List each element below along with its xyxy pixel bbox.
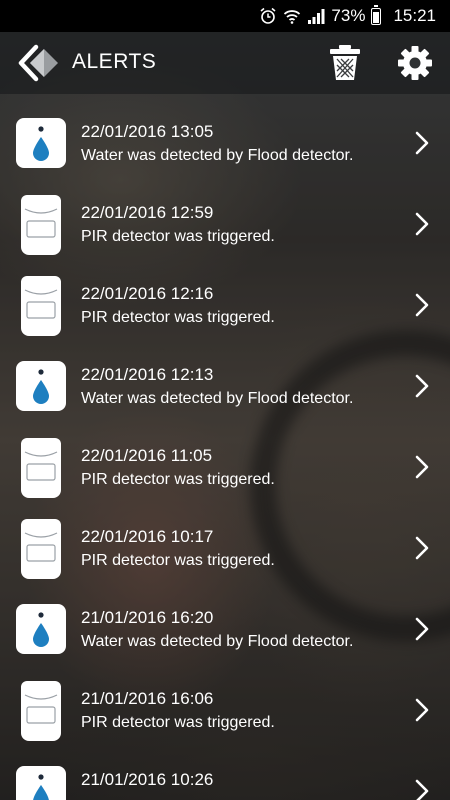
- alert-row[interactable]: 22/01/2016 11:05 PIR detector was trigge…: [0, 418, 450, 499]
- alerts-list: 22/01/2016 13:05 Water was detected by F…: [0, 94, 450, 800]
- alert-date: 22/01/2016 11:05: [81, 446, 213, 465]
- chevron-right-icon: [415, 374, 429, 398]
- alert-message: PIR detector was triggered.: [81, 228, 275, 245]
- chevron-right-icon: [415, 455, 429, 479]
- pir-detector-icon: [21, 681, 61, 741]
- battery-icon: [371, 4, 382, 25]
- alert-message: Water was detected by Flood detector.: [81, 147, 354, 164]
- alert-date: 21/01/2016 16:20: [81, 608, 214, 627]
- pir-detector-icon: [21, 438, 61, 498]
- alert-date: 21/01/2016 10:26: [81, 770, 214, 789]
- pir-detector-icon: [21, 276, 61, 336]
- clock: 15:21: [393, 6, 436, 25]
- back-button[interactable]: [18, 44, 62, 82]
- alert-message: PIR detector was triggered.: [81, 714, 275, 731]
- chevron-right-icon: [415, 779, 429, 800]
- chevron-right-icon: [415, 536, 429, 560]
- alert-row[interactable]: 22/01/2016 12:59 PIR detector was trigge…: [0, 175, 450, 256]
- alert-date: 22/01/2016 13:05: [81, 122, 214, 141]
- alert-row[interactable]: 22/01/2016 13:05 Water was detected by F…: [0, 94, 450, 175]
- alert-date: 21/01/2016 16:06: [81, 689, 214, 708]
- flood-detector-icon: [16, 766, 66, 800]
- alert-date: 22/01/2016 12:13: [81, 365, 214, 384]
- pir-detector-icon: [21, 519, 61, 579]
- alarm-clock-icon: [260, 7, 276, 24]
- alert-message: Water was detected by Flood detector.: [81, 390, 354, 407]
- flood-detector-icon: [16, 604, 66, 654]
- battery-percent: 73%: [331, 6, 366, 25]
- status-bar: 73% 15:21: [0, 0, 450, 32]
- alert-date: 22/01/2016 12:59: [81, 203, 214, 222]
- chevron-right-icon: [415, 212, 429, 236]
- signal-strength-icon: [308, 9, 325, 24]
- chevron-right-icon: [415, 131, 429, 155]
- alert-message: Water was detected by Flood detector.: [81, 633, 354, 650]
- trash-icon[interactable]: [328, 44, 362, 82]
- alert-message: PIR detector was triggered.: [81, 471, 275, 488]
- chevron-right-icon: [415, 698, 429, 722]
- alert-message: PIR detector was triggered.: [81, 552, 275, 569]
- alert-row[interactable]: 22/01/2016 10:17 PIR detector was trigge…: [0, 499, 450, 580]
- alert-row[interactable]: 21/01/2016 16:06 PIR detector was trigge…: [0, 661, 450, 742]
- pir-detector-icon: [21, 195, 61, 255]
- alert-row[interactable]: 22/01/2016 12:13 Water was detected by F…: [0, 337, 450, 418]
- flood-detector-icon: [16, 361, 66, 411]
- chevron-right-icon: [415, 293, 429, 317]
- wifi-icon: [284, 10, 301, 24]
- app-bar: ALERTS: [0, 32, 450, 94]
- flood-detector-icon: [16, 118, 66, 168]
- settings-gear-icon[interactable]: [396, 44, 434, 82]
- chevron-right-icon: [415, 617, 429, 641]
- page-title: ALERTS: [72, 50, 157, 73]
- alert-row[interactable]: 21/01/2016 10:26: [0, 742, 450, 800]
- alert-row[interactable]: 21/01/2016 16:20 Water was detected by F…: [0, 580, 450, 661]
- alert-message: PIR detector was triggered.: [81, 309, 275, 326]
- alert-date: 22/01/2016 10:17: [81, 527, 214, 546]
- alert-date: 22/01/2016 12:16: [81, 284, 214, 303]
- alert-row[interactable]: 22/01/2016 12:16 PIR detector was trigge…: [0, 256, 450, 337]
